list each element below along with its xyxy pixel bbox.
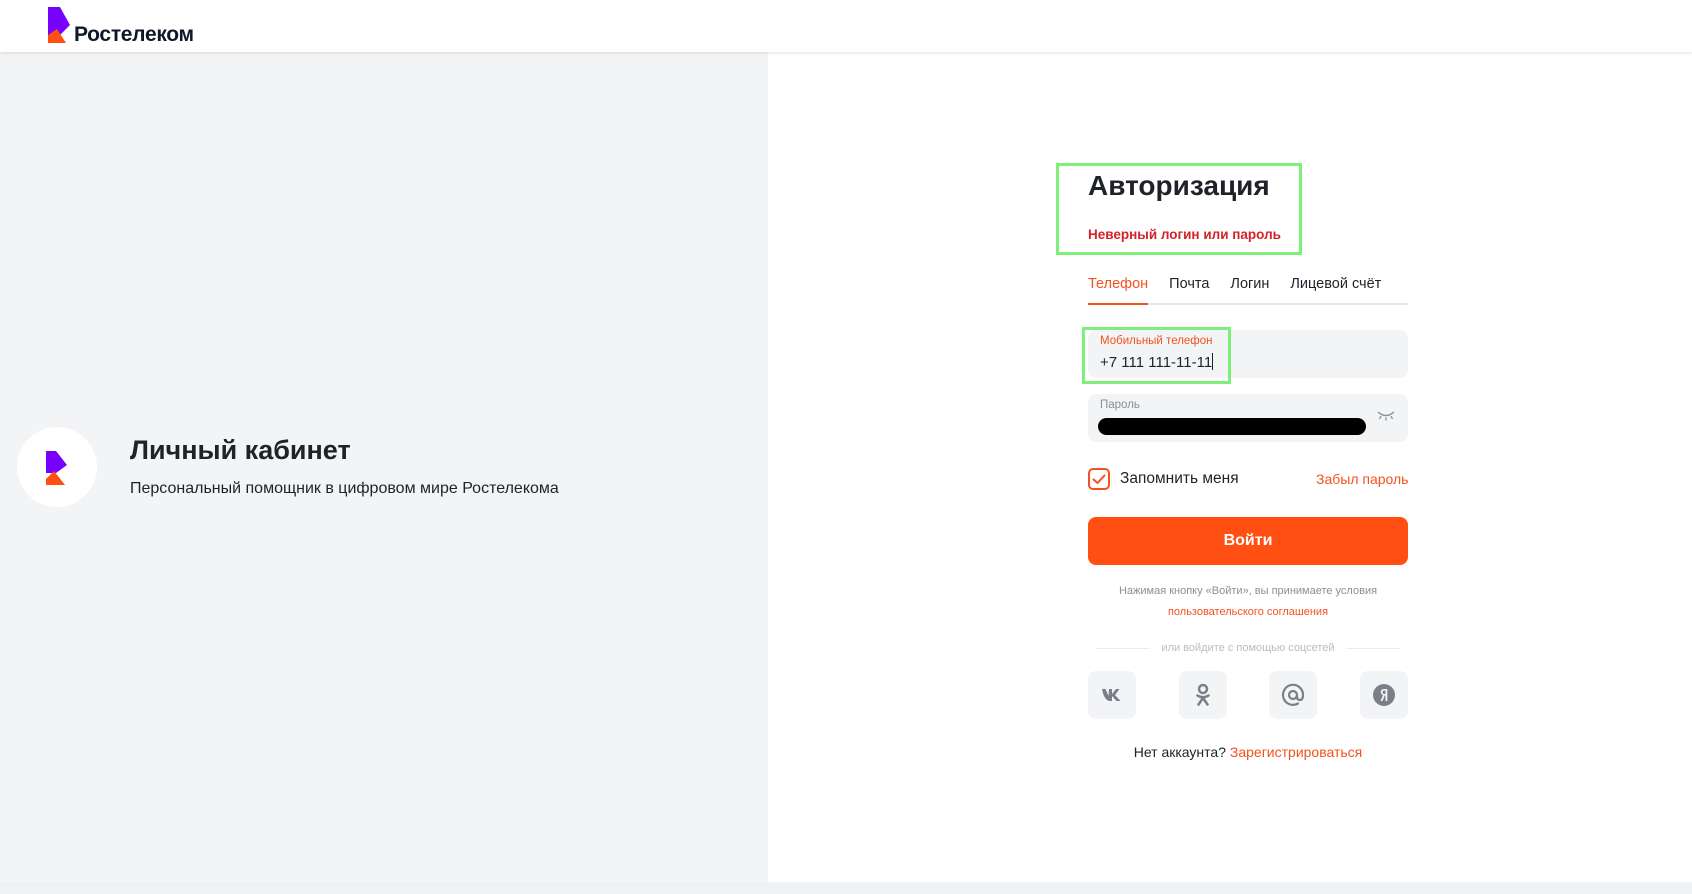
rostelecom-logo-icon: [48, 7, 70, 43]
tab-account[interactable]: Лицевой счёт: [1290, 272, 1381, 305]
register-link[interactable]: Зарегистрироваться: [1230, 744, 1362, 760]
promo-panel: Личный кабинет Персональный помощник в ц…: [0, 52, 768, 882]
divider-line: [1096, 647, 1150, 649]
checkbox-checked-icon[interactable]: [1088, 468, 1110, 490]
promo-title: Личный кабинет: [130, 435, 351, 465]
vk-icon: [1102, 689, 1121, 701]
ok-icon: [1195, 683, 1210, 706]
highlight-box-phone: [1082, 327, 1231, 384]
register-prompt: Нет аккаунта? Зарегистрироваться: [1088, 744, 1408, 760]
login-button[interactable]: Войти: [1088, 517, 1408, 565]
tab-login[interactable]: Логин: [1230, 272, 1269, 305]
rostelecom-logo-icon: [46, 451, 67, 485]
footer-strip: [0, 882, 1692, 894]
eye-closed-icon[interactable]: [1376, 408, 1396, 427]
tab-phone[interactable]: Телефон: [1088, 272, 1149, 305]
password-input-masked[interactable]: [1098, 418, 1366, 435]
yandex-login-button[interactable]: [1359, 671, 1408, 719]
no-account-text: Нет аккаунта?: [1133, 744, 1226, 760]
tab-email[interactable]: Почта: [1169, 272, 1209, 305]
rostelecom-logo[interactable]: Ростелеком: [48, 3, 194, 47]
terms-text: Нажимая кнопку «Войти», вы принимаете ус…: [1118, 585, 1378, 597]
promo-logo-badge: [17, 427, 97, 507]
social-login-buttons: [1088, 671, 1408, 719]
social-divider: или войдите с помощью соцсетей: [1096, 642, 1400, 654]
ok-login-button[interactable]: [1178, 671, 1227, 719]
brand-name: Ростелеком: [74, 23, 194, 46]
divider-line: [1346, 647, 1400, 649]
forgot-password-link[interactable]: Забыл пароль: [1316, 471, 1408, 487]
login-method-tabs: Телефон Почта Логин Лицевой счёт: [1088, 272, 1408, 305]
vk-login-button[interactable]: [1088, 671, 1136, 719]
remember-me-label: Запомнить меня: [1120, 470, 1239, 487]
password-field[interactable]: Пароль: [1088, 394, 1408, 442]
login-error-message: Неверный логин или пароль: [1088, 227, 1281, 242]
terms-link[interactable]: пользовательского соглашения: [1088, 606, 1408, 618]
promo-subtitle: Персональный помощник в цифровом мире Ро…: [130, 480, 559, 497]
remember-me-checkbox[interactable]: Запомнить меня: [1088, 468, 1239, 490]
page-title: Авторизация: [1088, 170, 1270, 201]
yandex-icon: [1372, 684, 1395, 706]
top-header: Ростелеком: [0, 0, 1692, 52]
mail-login-button[interactable]: [1269, 671, 1318, 719]
mail-icon: [1282, 683, 1305, 706]
password-field-label: Пароль: [1100, 399, 1140, 411]
social-divider-text: или войдите с помощью соцсетей: [1161, 642, 1335, 654]
